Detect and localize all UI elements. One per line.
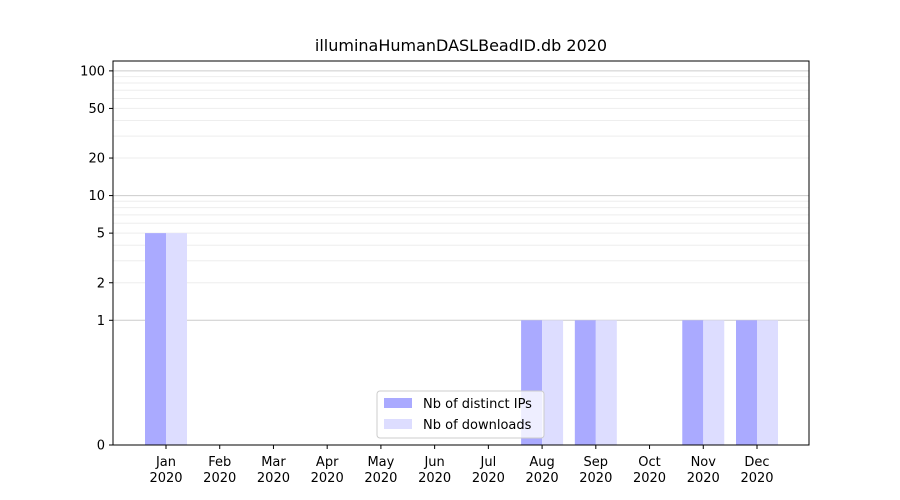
- bar-downloads: [542, 320, 564, 445]
- bar-downloads: [703, 320, 725, 445]
- x-axis: Jan2020Feb2020Mar2020Apr2020May2020Jun20…: [149, 445, 774, 486]
- x-tick-label-month: Jan: [155, 455, 176, 470]
- x-tick-label-year: 2020: [526, 471, 559, 486]
- x-tick-label-year: 2020: [149, 471, 182, 486]
- y-tick-label: 1: [97, 314, 105, 329]
- bar-distinct-ips: [574, 320, 596, 445]
- x-tick-label-year: 2020: [418, 471, 451, 486]
- bar-distinct-ips: [145, 233, 166, 445]
- x-tick-label-year: 2020: [633, 471, 666, 486]
- y-axis: 0 1 2 5 10 20 50 100: [80, 64, 113, 454]
- x-tick-label-month: Nov: [691, 455, 717, 470]
- x-tick-label-year: 2020: [364, 471, 397, 486]
- x-tick-label-month: Aug: [529, 455, 554, 470]
- x-tick-label-year: 2020: [687, 471, 720, 486]
- y-tick-label: 20: [88, 152, 105, 167]
- x-tick-label-year: 2020: [311, 471, 344, 486]
- x-tick-label-month: Jul: [480, 455, 497, 470]
- x-tick-label-month: Dec: [744, 455, 769, 470]
- y-tick-label: 2: [97, 276, 105, 291]
- x-tick-label-month: Jun: [423, 455, 444, 470]
- x-tick-label-year: 2020: [740, 471, 773, 486]
- bar-downloads: [595, 320, 617, 445]
- bar-distinct-ips: [736, 320, 757, 445]
- bar-downloads: [757, 320, 778, 445]
- bar-distinct-ips: [682, 320, 704, 445]
- y-tick-label: 10: [88, 189, 105, 204]
- legend-swatch: [384, 419, 412, 429]
- y-tick-label: 5: [97, 227, 105, 242]
- x-tick-label-month: Mar: [261, 455, 286, 470]
- legend: Nb of distinct IPs Nb of downloads: [376, 390, 545, 439]
- x-tick-label-month: Oct: [638, 455, 660, 470]
- x-tick-label-month: Feb: [208, 455, 231, 470]
- chart: illuminaHumanDASLBeadID.db 2020 0 1 2 5 10 20…: [80, 36, 810, 486]
- x-tick-label-year: 2020: [257, 471, 290, 486]
- bar-downloads: [166, 233, 187, 445]
- y-tick-label: 50: [88, 102, 105, 117]
- y-tick-label: 100: [80, 64, 105, 79]
- x-tick-label-month: May: [367, 455, 394, 470]
- chart-title: illuminaHumanDASLBeadID.db 2020: [315, 36, 607, 55]
- x-tick-label-year: 2020: [203, 471, 236, 486]
- legend-swatch: [384, 398, 412, 408]
- x-tick-label-year: 2020: [472, 471, 505, 486]
- y-tick-label: 0: [97, 439, 105, 454]
- x-tick-label-month: Apr: [316, 455, 339, 470]
- x-tick-label-year: 2020: [579, 471, 612, 486]
- legend-label: Nb of distinct IPs: [423, 397, 532, 412]
- grid-lines: [113, 70, 809, 321]
- legend-label: Nb of downloads: [423, 418, 532, 433]
- x-tick-label-month: Sep: [584, 455, 609, 470]
